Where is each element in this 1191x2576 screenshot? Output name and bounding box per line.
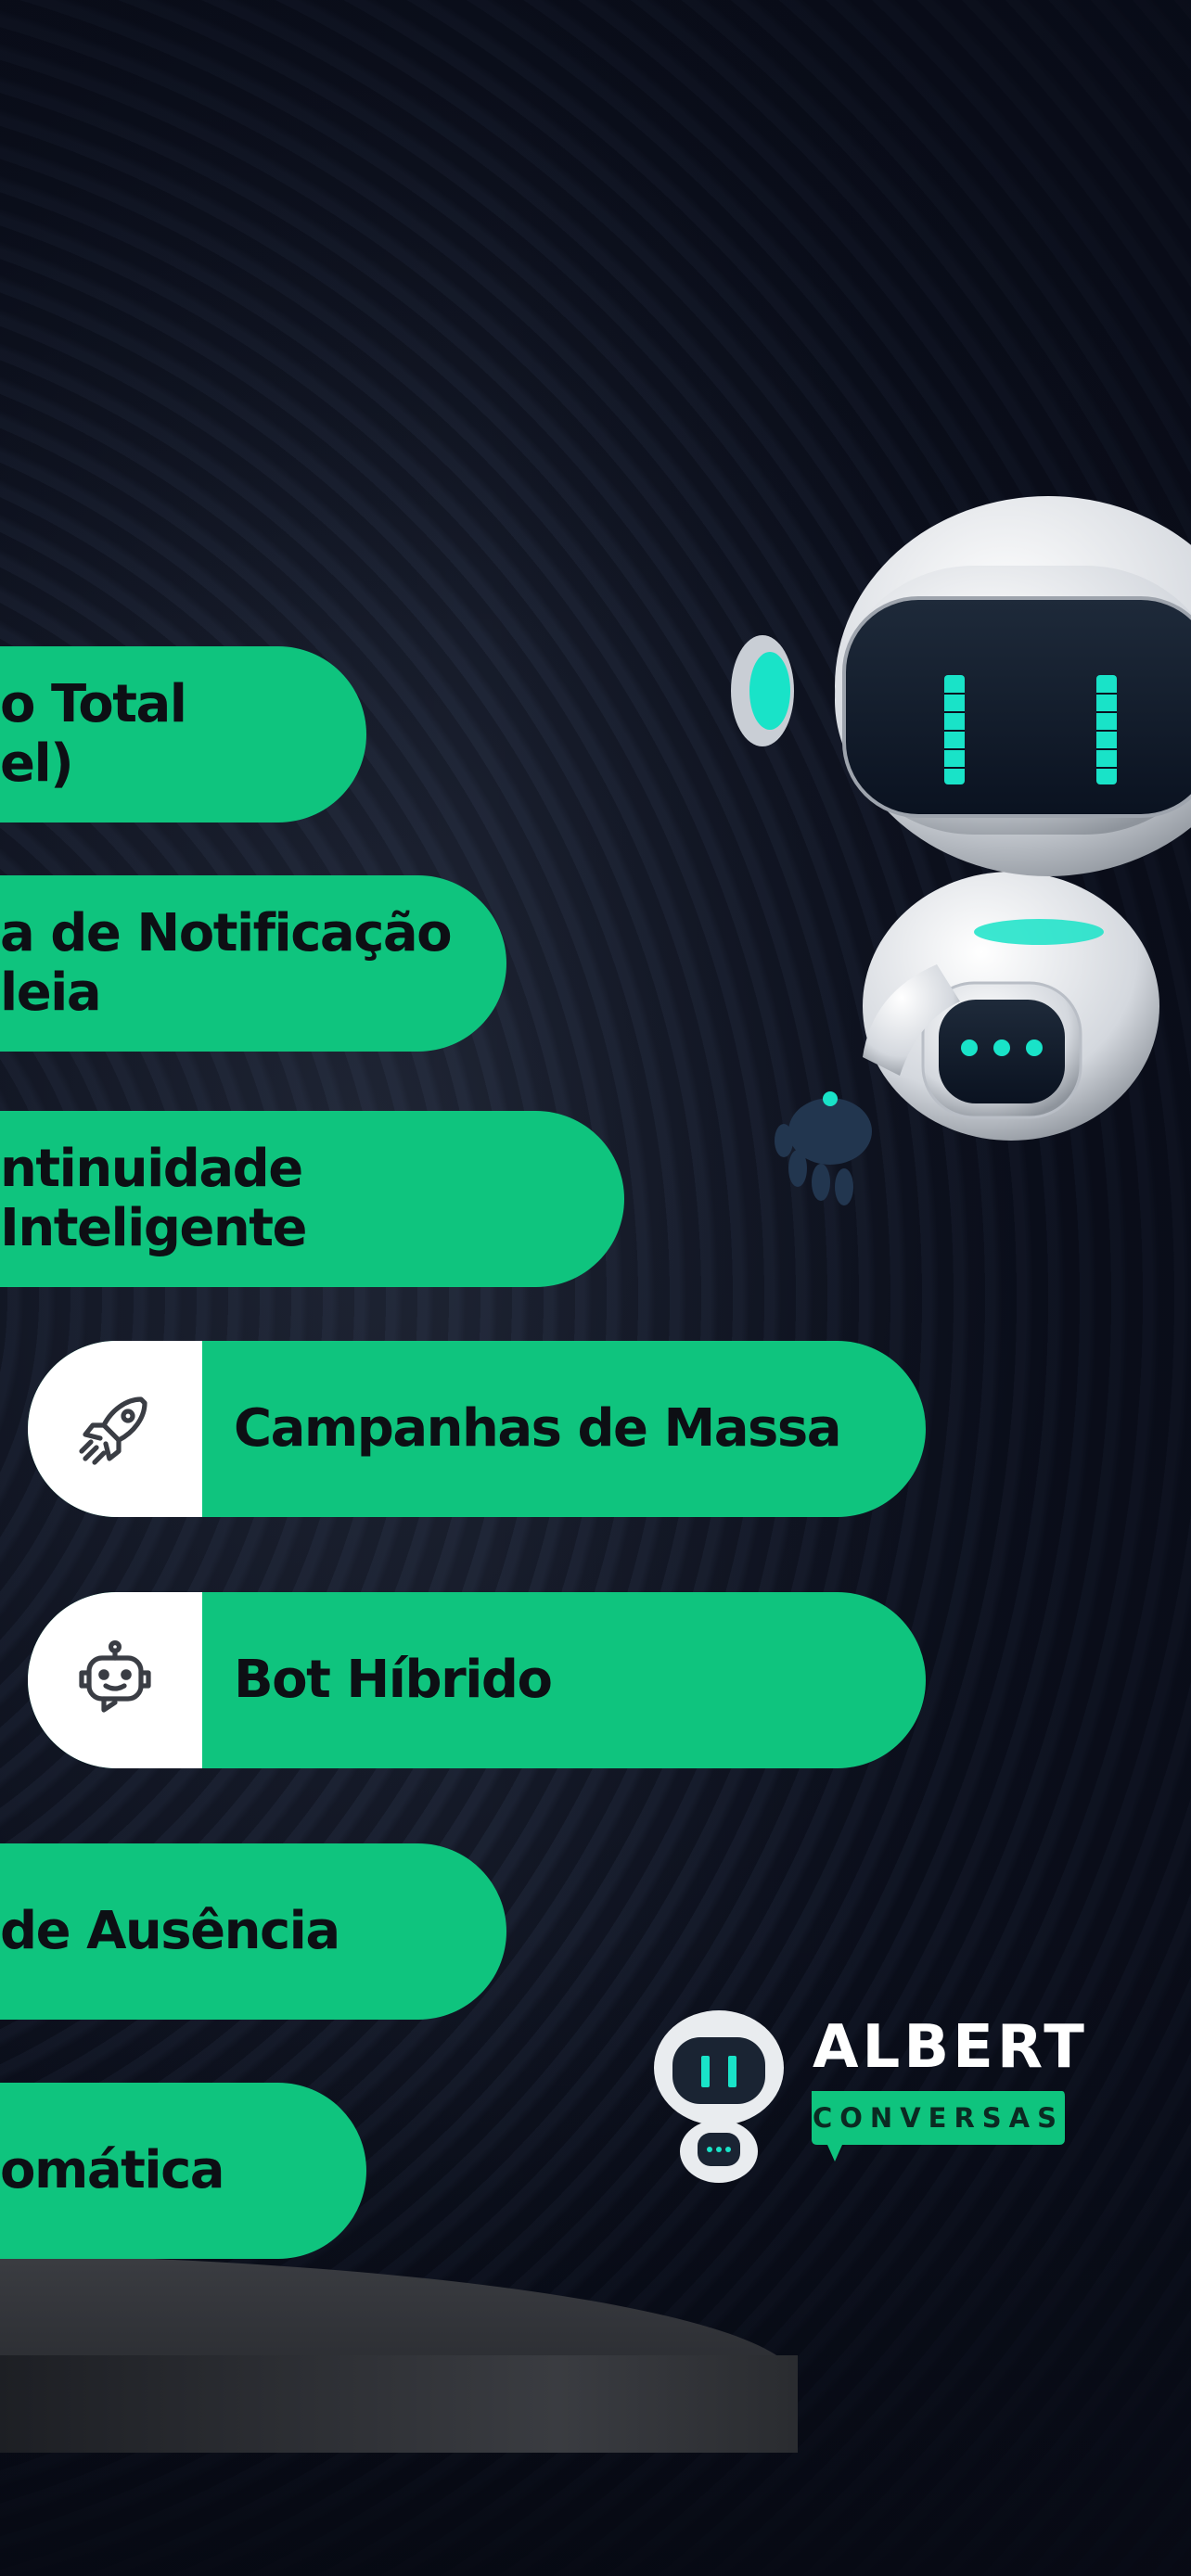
feature-pill-campanhas[interactable]: Campanhas de Massa <box>28 1341 926 1517</box>
albert-conversas-logo: ALBERT CONVERSAS <box>640 1998 1084 2184</box>
feature-pill-bot-hibrido[interactable]: Bot Híbrido <box>28 1592 926 1768</box>
feature-pill-2[interactable]: a de Notificação leia <box>0 875 506 1052</box>
feature-label: Bot Híbrido <box>234 1650 553 1710</box>
feature-label: o Total el) <box>0 674 187 794</box>
feature-label: a de Notificação leia <box>0 903 453 1023</box>
robot-illustration <box>731 496 1191 1205</box>
feature-pill-3[interactable]: ntinuidade Inteligente <box>0 1111 624 1287</box>
feature-label: de Ausência <box>0 1901 340 1961</box>
feature-label: omática <box>0 2140 225 2200</box>
podium <box>0 2253 798 2453</box>
bot-icon <box>28 1592 202 1768</box>
feature-pill-7[interactable]: omática <box>0 2083 366 2259</box>
rocket-icon <box>28 1341 202 1517</box>
feature-label: ntinuidade Inteligente <box>0 1139 308 1258</box>
logo-tagline: CONVERSAS <box>813 2102 1065 2134</box>
feature-label: Campanhas de Massa <box>234 1398 842 1459</box>
feature-pill-6[interactable]: de Ausência <box>0 1843 506 2020</box>
feature-pill-1[interactable]: o Total el) <box>0 646 366 823</box>
logo-wordmark: ALBERT <box>813 2013 1088 2082</box>
